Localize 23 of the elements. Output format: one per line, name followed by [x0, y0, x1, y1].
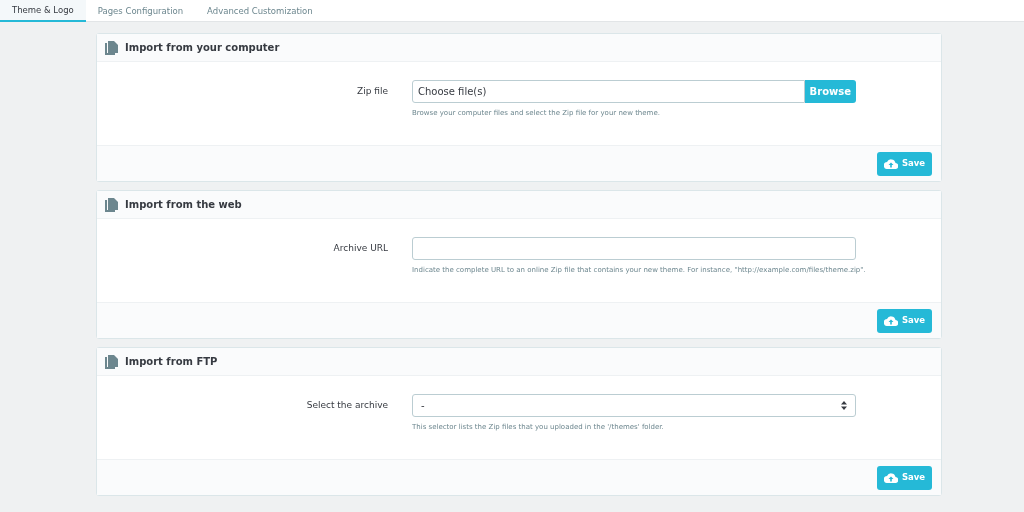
file-field[interactable]: Choose file(s) [412, 80, 805, 103]
tab[interactable]: Advanced Customization [195, 0, 325, 22]
panel-title: Import from your computer [125, 41, 280, 55]
browse-button[interactable]: Browse [804, 80, 856, 103]
field-label: Select the archive [305, 399, 388, 412]
save-button[interactable]: Save [877, 151, 932, 176]
documents-icon [105, 354, 118, 369]
sort-arrows-icon [841, 401, 847, 410]
url-field[interactable] [412, 237, 856, 260]
archive-select[interactable]: - [412, 394, 856, 417]
field-label: Archive URL [332, 242, 388, 255]
tab[interactable]: Theme & Logo [0, 0, 86, 22]
documents-icon [105, 40, 118, 55]
save-button[interactable]: Save [877, 308, 932, 333]
panel-title: Import from the web [125, 198, 242, 212]
cloud-upload-icon [883, 158, 898, 169]
field-label: Zip file [356, 85, 388, 98]
panel-title: Import from FTP [125, 355, 218, 369]
documents-icon [105, 197, 118, 212]
cloud-upload-icon [883, 315, 898, 326]
save-button[interactable]: Save [877, 465, 932, 490]
cloud-upload-icon [883, 472, 898, 483]
tab[interactable]: Pages Configuration [85, 0, 196, 22]
